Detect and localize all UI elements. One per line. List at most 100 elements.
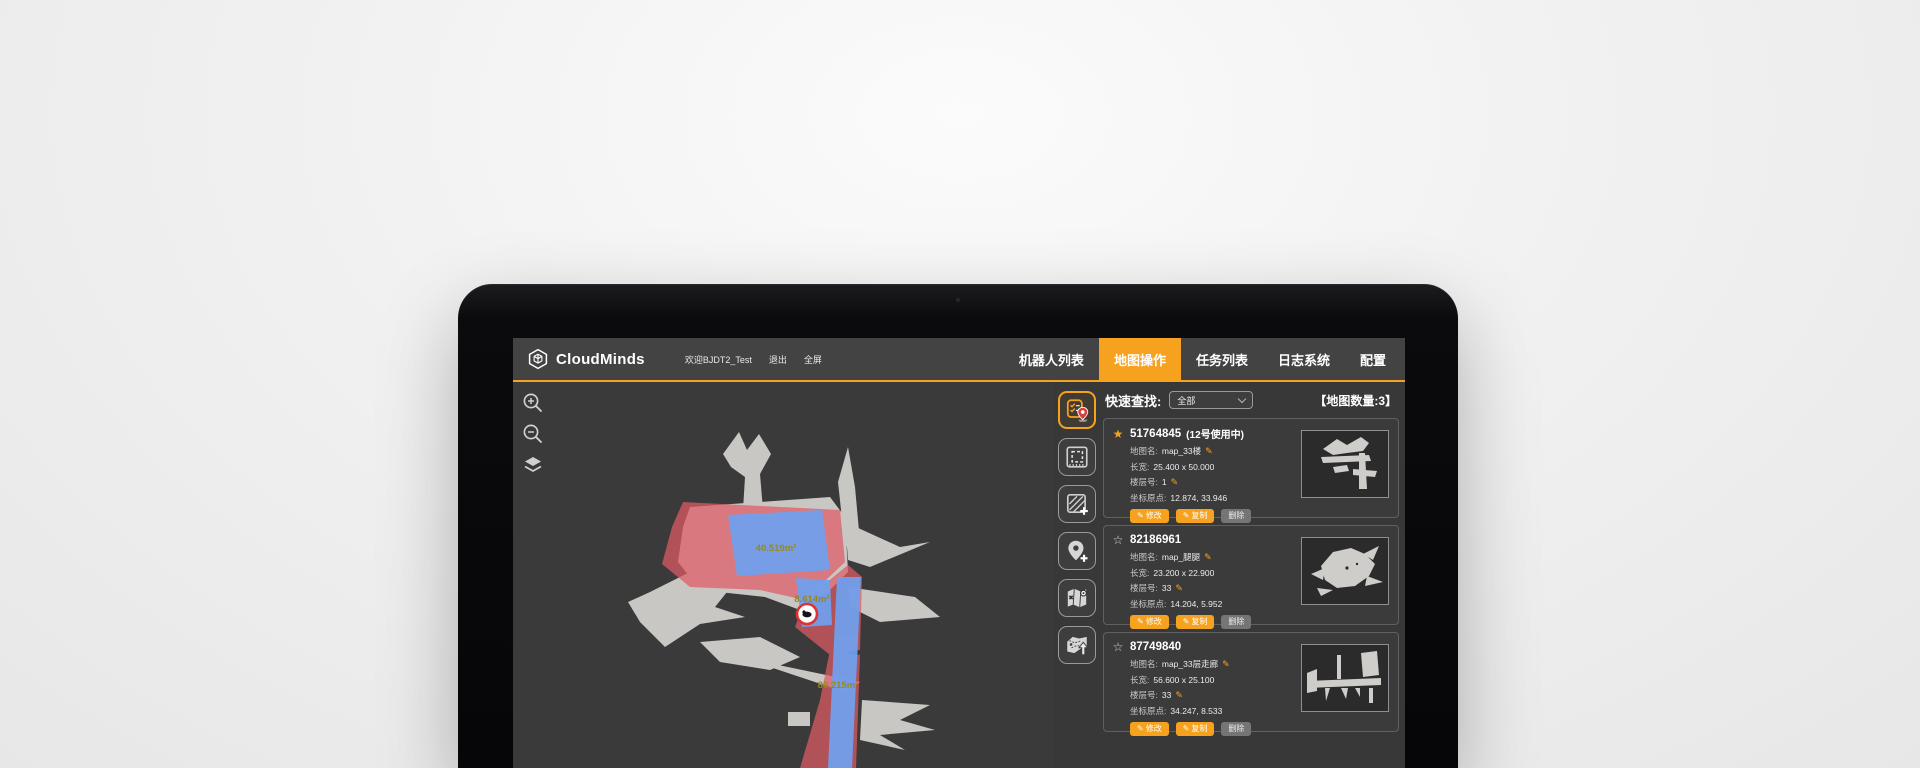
logout-link[interactable]: 退出 (769, 353, 787, 366)
card-actions: ✎修改 ✎复制 删除 (1130, 615, 1390, 629)
desktop-background: CloudMinds 欢迎BJDT2_Test 退出 全屏 机器人列表 地图操作… (0, 0, 1920, 768)
map-name-value: map_33楼 (1162, 445, 1201, 457)
area-label-3: 80.215m² (818, 680, 859, 691)
modify-button[interactable]: ✎修改 (1130, 615, 1169, 629)
quick-search-select[interactable]: 全部 (1169, 391, 1253, 409)
field-label: 楼层号: (1130, 689, 1158, 701)
modify-button[interactable]: ✎修改 (1130, 722, 1169, 736)
pencil-icon: ✎ (1137, 617, 1144, 626)
tab-map-operations[interactable]: 地图操作 (1099, 338, 1181, 380)
session-links: 欢迎BJDT2_Test 退出 全屏 (685, 353, 822, 366)
map-id: 51764845 (1130, 428, 1181, 440)
app-screen: CloudMinds 欢迎BJDT2_Test 退出 全屏 机器人列表 地图操作… (513, 338, 1405, 768)
select-region-icon (1064, 444, 1090, 470)
map-card[interactable]: ☆ 87749840 地图名:map_33层走廊✎ 长宽:56.600 x 25… (1103, 632, 1399, 732)
welcome-text: 欢迎BJDT2_Test (685, 353, 752, 366)
pencil-icon: ✎ (1137, 724, 1144, 733)
tool-add-virtual-wall-button[interactable] (1058, 485, 1096, 523)
edit-pencil-icon[interactable]: ✎ (1175, 583, 1183, 594)
favorite-star-icon[interactable]: ★ (1111, 427, 1125, 441)
map-thumbnail (1301, 537, 1389, 605)
folded-map-pin-icon (1064, 585, 1090, 611)
favorite-star-icon[interactable]: ☆ (1111, 533, 1125, 547)
field-label: 地图名: (1130, 551, 1158, 563)
webcam-dot (956, 298, 960, 302)
delete-button[interactable]: 删除 (1221, 722, 1251, 736)
delete-button[interactable]: 删除 (1221, 509, 1251, 523)
cloudminds-logo-icon (527, 348, 549, 370)
tab-task-list[interactable]: 任务列表 (1181, 338, 1263, 380)
map-in-use-badge: (12号使用中) (1186, 426, 1244, 441)
map-card[interactable]: ★ 51764845 (12号使用中) 地图名: map_33楼 ✎ 长宽: 25.4… (1103, 418, 1399, 518)
main-nav: 机器人列表 地图操作 任务列表 日志系统 配置 (1004, 338, 1405, 380)
map-count-badge: 【地图数量:3】 (1314, 392, 1397, 409)
floor-value: 33 (1162, 583, 1171, 593)
tool-map-marker-button[interactable] (1058, 579, 1096, 617)
field-label: 坐标原点: (1130, 492, 1166, 504)
zoom-out-icon[interactable] (522, 423, 544, 445)
field-label: 坐标原点: (1130, 598, 1166, 610)
area-label-2: 8.614m² (794, 594, 829, 605)
edit-pencil-icon[interactable]: ✎ (1205, 446, 1213, 457)
content: 40.519m² 8.614m² 80.215m² (513, 382, 1405, 768)
edit-pencil-icon[interactable]: ✎ (1171, 477, 1179, 488)
tool-add-point-button[interactable] (1058, 532, 1096, 570)
map-list-panel: 快速查找: 全部 【地图数量:3】 ★ 51764845 (1100, 382, 1405, 768)
floor-value: 33 (1162, 690, 1171, 700)
dimensions-value: 23.200 x 22.900 (1153, 568, 1214, 578)
tool-select-region-button[interactable] (1058, 438, 1096, 476)
panel-header: 快速查找: 全部 【地图数量:3】 (1103, 382, 1399, 418)
edit-pencil-icon[interactable]: ✎ (1222, 659, 1230, 670)
field-label: 楼层号: (1130, 582, 1158, 594)
map-id: 87749840 (1130, 641, 1181, 653)
tab-configuration[interactable]: 配置 (1345, 338, 1401, 380)
edit-pencil-icon[interactable]: ✎ (1175, 690, 1183, 701)
layers-icon[interactable] (522, 454, 544, 476)
task-map-pin-icon (1064, 397, 1090, 423)
map-card-list: ★ 51764845 (12号使用中) 地图名: map_33楼 ✎ 长宽: 25.4… (1103, 418, 1399, 768)
zoom-in-icon[interactable] (522, 392, 544, 414)
card-actions: ✎修改 ✎复制 删除 (1130, 509, 1390, 523)
tab-robot-list[interactable]: 机器人列表 (1004, 338, 1099, 380)
field-label: 地图名: (1130, 445, 1158, 457)
field-label: 地图名: (1130, 658, 1158, 670)
dimensions-value: 25.400 x 50.000 (1153, 462, 1214, 472)
brand-name: CloudMinds (556, 351, 645, 368)
map-thumbnail (1301, 430, 1389, 498)
favorite-star-icon[interactable]: ☆ (1111, 640, 1125, 654)
hatched-area-plus-icon (1064, 491, 1090, 517)
field-label: 长宽: (1130, 461, 1149, 473)
area-label-1: 40.519m² (756, 543, 797, 554)
laptop-frame: CloudMinds 欢迎BJDT2_Test 退出 全屏 机器人列表 地图操作… (458, 284, 1458, 768)
floor-value: 1 (1162, 477, 1167, 487)
copy-button[interactable]: ✎复制 (1176, 722, 1215, 736)
edit-pencil-icon[interactable]: ✎ (1204, 552, 1212, 563)
map-name-value: map_33层走廊 (1162, 658, 1218, 670)
chevron-down-icon (1238, 394, 1246, 402)
delete-button[interactable]: 删除 (1221, 615, 1251, 629)
map-name-value: map_腿腿 (1162, 551, 1200, 563)
tool-column (1053, 382, 1100, 768)
map-area[interactable]: 40.519m² 8.614m² 80.215m² (513, 382, 1053, 768)
navbar: CloudMinds 欢迎BJDT2_Test 退出 全屏 机器人列表 地图操作… (513, 338, 1405, 382)
card-actions: ✎修改 ✎复制 删除 (1130, 722, 1390, 736)
robot-marker-icon[interactable] (797, 604, 817, 624)
fullscreen-link[interactable]: 全屏 (804, 353, 822, 366)
copy-button[interactable]: ✎复制 (1176, 615, 1215, 629)
pencil-icon: ✎ (1137, 511, 1144, 520)
pencil-icon: ✎ (1183, 617, 1190, 626)
pencil-icon: ✎ (1183, 724, 1190, 733)
map-card[interactable]: ☆ 82186961 地图名:map_腿腿✎ 长宽:23.200 x 22.90… (1103, 525, 1399, 625)
modify-button[interactable]: ✎修改 (1130, 509, 1169, 523)
map-canvas[interactable]: 40.519m² 8.614m² 80.215m² (513, 382, 1053, 768)
add-point-pin-icon (1064, 538, 1090, 564)
field-label: 坐标原点: (1130, 705, 1166, 717)
map-controls (522, 392, 544, 476)
copy-button[interactable]: ✎复制 (1176, 509, 1215, 523)
tab-log-system[interactable]: 日志系统 (1263, 338, 1345, 380)
tool-upload-map-button[interactable] (1058, 626, 1096, 664)
tool-task-map-button[interactable] (1058, 391, 1096, 429)
quick-search-selected-value: 全部 (1177, 394, 1195, 407)
map-thumbnail (1301, 644, 1389, 712)
origin-value: 34.247, 8.533 (1170, 706, 1222, 716)
